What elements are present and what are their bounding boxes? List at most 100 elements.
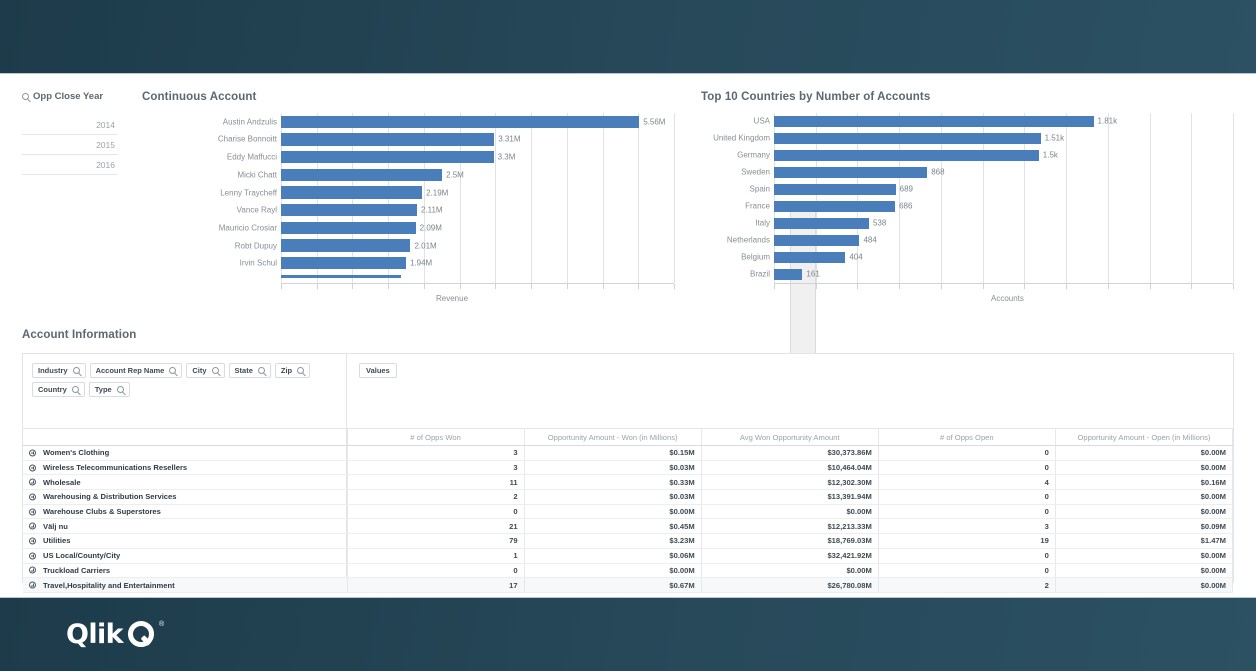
chart-bar[interactable]: [774, 166, 928, 179]
table-cell-dimension[interactable]: Utilities: [23, 533, 348, 549]
table-cell-dimension[interactable]: Travel,Hospitality and Entertainment: [23, 577, 348, 593]
search-icon[interactable]: [169, 367, 177, 374]
chart-bar[interactable]: [774, 132, 1041, 145]
table-cell-measure[interactable]: $0.00M: [524, 504, 702, 520]
table-cell-measure[interactable]: 0: [878, 504, 1056, 520]
values-chip[interactable]: Values: [359, 363, 397, 378]
chart-bar-row[interactable]: Mauricio Crosiar 2.09M: [219, 221, 674, 235]
chart-bar-row[interactable]: Eddy Maffucci 3.3M: [227, 150, 674, 164]
col-header-amount-open[interactable]: Opportunity Amount - Open (in Millions): [1055, 428, 1234, 446]
table-cell-measure[interactable]: 17: [347, 577, 525, 593]
table-cell-measure[interactable]: $0.06M: [524, 548, 702, 564]
chart-bar-row-partial[interactable]: [281, 274, 674, 287]
table-cell-dimension[interactable]: Warehousing & Distribution Services: [23, 489, 348, 505]
table-cell-measure[interactable]: 0: [347, 563, 525, 579]
table-cell-measure[interactable]: $26,780.08M: [701, 577, 879, 593]
table-cell-measure[interactable]: $0.00M: [1055, 548, 1234, 564]
table-cell-measure[interactable]: $0.33M: [524, 474, 702, 491]
search-icon[interactable]: [71, 386, 79, 393]
table-cell-measure[interactable]: $10,464.04M: [701, 460, 879, 476]
col-header-opps-won[interactable]: # of Opps Won: [347, 428, 525, 446]
chart-bar[interactable]: [774, 115, 1094, 128]
table-cell-measure[interactable]: 19: [878, 533, 1056, 549]
table-cell-measure[interactable]: $3.23M: [524, 533, 702, 549]
filter-pane-opp-close-year[interactable]: Opp Close Year 2014 2015 2016: [22, 91, 118, 175]
chart-bar[interactable]: [281, 204, 417, 217]
chart-bar-row[interactable]: Germany 1.5k: [737, 149, 1233, 162]
chart-bar-row[interactable]: Charise Bonnoitt 3.31M: [218, 133, 674, 146]
chart-bar[interactable]: [774, 268, 803, 281]
table-cell-measure[interactable]: $0.00M: [524, 563, 702, 579]
chart-bar-row[interactable]: Sweden 868: [741, 166, 1233, 179]
table-cell-measure[interactable]: 1: [347, 548, 525, 564]
table-cell-measure[interactable]: $0.00M: [1055, 460, 1234, 476]
table-cell-measure[interactable]: $0.09M: [1055, 518, 1234, 535]
table-cell-measure[interactable]: 0: [347, 504, 525, 520]
expand-plus-icon[interactable]: [29, 464, 36, 472]
search-icon[interactable]: [72, 367, 80, 374]
table-cell-measure[interactable]: $0.00M: [1055, 504, 1234, 520]
table-cell-measure[interactable]: 79: [347, 533, 525, 549]
table-row[interactable]: Women's Clothing 3 $0.15M $30,373.86M 0 $0.00…: [23, 445, 1234, 461]
chart-continuous-account[interactable]: Continuous Account Austin Andzulis 5.56M C…: [142, 91, 816, 374]
table-cell-measure[interactable]: 2: [878, 577, 1056, 593]
col-header-amount-won[interactable]: Opportunity Amount - Won (in Millions): [524, 428, 702, 446]
search-icon[interactable]: [116, 386, 124, 393]
table-cell-measure[interactable]: 3: [347, 445, 525, 461]
table-row[interactable]: Warehouse Clubs & Superstores 0 $0.00M $0.0…: [23, 504, 1234, 520]
chart-bar[interactable]: [774, 200, 896, 213]
chart-bar[interactable]: [774, 183, 896, 196]
expand-plus-icon[interactable]: [29, 552, 36, 560]
chart-bar-row[interactable]: Belgium 404: [741, 251, 1233, 264]
table-cell-measure[interactable]: $0.45M: [524, 518, 702, 535]
table-cell-measure[interactable]: $1.47M: [1055, 533, 1234, 549]
chart-bar-row[interactable]: Micki Chatt 2.5M: [237, 168, 674, 182]
table-cell-measure[interactable]: 11: [347, 474, 525, 491]
table-cell-measure[interactable]: $18,769.03M: [701, 533, 879, 549]
search-icon[interactable]: [22, 93, 29, 100]
table-cell-measure[interactable]: 0: [878, 489, 1056, 505]
table-cell-measure[interactable]: $32,421.92M: [701, 548, 879, 564]
table-cell-measure[interactable]: $13,391.94M: [701, 489, 879, 505]
expand-plus-icon[interactable]: [29, 537, 36, 545]
table-cell-measure[interactable]: 2: [347, 489, 525, 505]
table-cell-dimension[interactable]: Wireless Telecommunications Resellers: [23, 460, 348, 476]
table-cell-measure[interactable]: $0.00M: [701, 563, 879, 579]
table-row[interactable]: Utilities 79 $3.23M $18,769.03M 19 $1.47M: [23, 533, 1234, 549]
filter-value-2016[interactable]: 2016: [22, 155, 118, 175]
table-row[interactable]: Wholesale 11 $0.33M $12,302.30M 4 $0.16M: [23, 474, 1234, 491]
expand-plus-icon[interactable]: [29, 522, 36, 530]
chart-bar-row[interactable]: Irvin Schul 1.94M: [240, 257, 674, 270]
filter-chip-industry[interactable]: Industry: [32, 363, 86, 378]
chart-bar-row[interactable]: Lenny Traycheff 2.19M: [220, 186, 674, 199]
chart-bar-row[interactable]: USA 1.81k: [754, 115, 1233, 128]
filter-chip-zip[interactable]: Zip: [274, 363, 311, 378]
col-header-opps-open[interactable]: # of Opps Open: [878, 428, 1056, 446]
table-cell-measure[interactable]: 21: [347, 518, 525, 535]
filter-value-2014[interactable]: 2014: [22, 115, 118, 135]
table-cell-measure[interactable]: $0.00M: [1055, 563, 1234, 579]
chart-bar[interactable]: [774, 149, 1039, 162]
chart-bar[interactable]: [281, 186, 423, 199]
table-row[interactable]: Warehousing & Distribution Services 2 $0.0…: [23, 489, 1234, 505]
table-cell-measure[interactable]: $0.15M: [524, 445, 702, 461]
chart-bar-row[interactable]: Netherlands 484: [727, 234, 1233, 247]
chart-bar-row[interactable]: Spain 689: [750, 183, 1233, 196]
table-cell-measure[interactable]: $0.00M: [1055, 489, 1234, 505]
col-header-avg-won[interactable]: Avg Won Opportunity Amount: [701, 428, 879, 446]
expand-plus-icon[interactable]: [29, 566, 36, 574]
filter-chip-country[interactable]: Country: [32, 382, 85, 397]
chart-top-countries[interactable]: Top 10 Countries by Number of Accounts U…: [701, 91, 1241, 306]
chart-bar[interactable]: [774, 234, 860, 247]
table-cell-measure[interactable]: $0.67M: [524, 577, 702, 593]
table-cell-dimension[interactable]: Truckload Carriers: [23, 563, 348, 579]
table-cell-measure[interactable]: 4: [878, 474, 1056, 491]
expand-plus-icon[interactable]: [29, 478, 36, 486]
table-row[interactable]: Wireless Telecommunications Resellers 3 $0…: [23, 460, 1234, 476]
table-cell-measure[interactable]: $0.03M: [524, 489, 702, 505]
search-icon[interactable]: [257, 367, 265, 374]
search-icon[interactable]: [297, 367, 305, 374]
filter-chip-type[interactable]: Type: [88, 382, 130, 397]
table-cell-measure[interactable]: $30,373.86M: [701, 445, 879, 461]
table-cell-measure[interactable]: $0.00M: [1055, 577, 1234, 593]
